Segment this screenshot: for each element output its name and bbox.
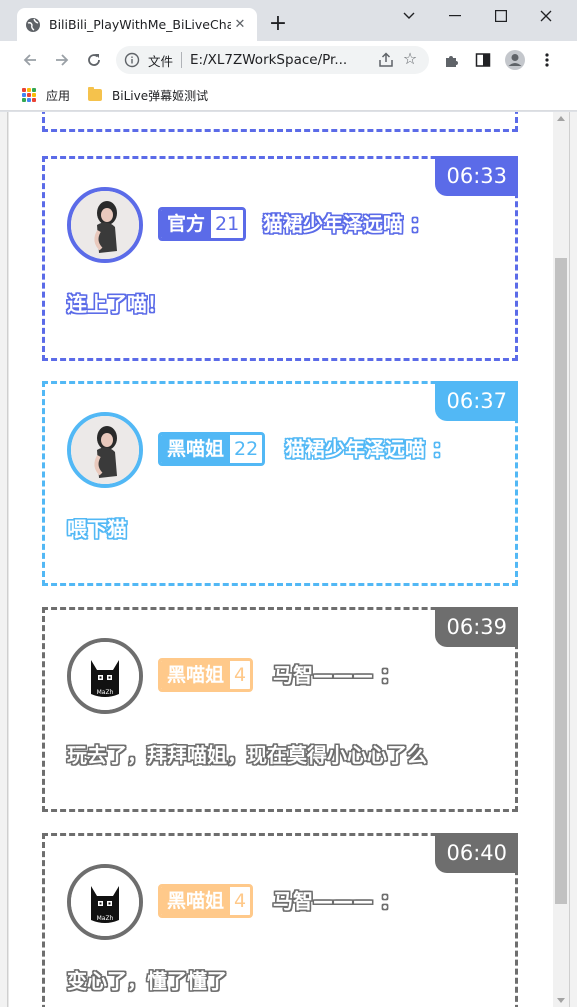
bookmark-apps[interactable]: 应用 xyxy=(22,85,70,105)
avatar: MaZh xyxy=(67,864,143,940)
medal-name: 官方 xyxy=(161,210,212,238)
medal-level: 22 xyxy=(230,435,263,463)
avatar: MaZh xyxy=(67,638,143,714)
bookmark-label: 应用 xyxy=(46,88,71,103)
username: 猫裙少年泽远喵 ： xyxy=(263,212,430,236)
browser-tab[interactable]: BiliBili_PlayWithMe_BiLiveChat ✕ xyxy=(17,8,257,41)
svg-text:MaZh: MaZh xyxy=(97,689,114,696)
svg-text:MaZh: MaZh xyxy=(97,915,114,922)
extensions-puzzle-icon[interactable] xyxy=(440,48,464,72)
info-icon[interactable] xyxy=(124,52,140,68)
medal-name: 黑喵姐 xyxy=(161,887,231,915)
username: 马智——— ： xyxy=(273,889,400,913)
new-tab-button[interactable]: + xyxy=(268,13,288,35)
scroll-down-arrow-icon[interactable] xyxy=(557,998,565,1003)
apps-grid-icon xyxy=(22,88,36,102)
share-icon[interactable] xyxy=(377,51,395,69)
medal-level: 21 xyxy=(211,210,244,238)
fan-medal-badge: 黑喵姐 22 xyxy=(158,432,266,466)
scrollbar-thumb[interactable] xyxy=(555,258,567,904)
fan-medal-badge: 黑喵姐 4 xyxy=(158,884,254,918)
url-text[interactable]: E:/XL7ZWorkSpace/Pr... xyxy=(190,52,350,68)
scroll-up-arrow-icon[interactable] xyxy=(557,116,565,121)
avatar xyxy=(67,412,143,488)
message-text: 连上了喵！ xyxy=(67,292,167,316)
tab-strip: BiliBili_PlayWithMe_BiLiveChat ✕ + xyxy=(0,0,577,41)
username: 马智——— ： xyxy=(273,663,400,687)
tab-title: BiliBili_PlayWithMe_BiLiveChat xyxy=(49,17,231,32)
message-time: 06:40 xyxy=(435,833,518,873)
back-arrow-icon[interactable] xyxy=(18,48,42,72)
bookmark-label: BiLive弹幕姬测试 xyxy=(112,88,209,103)
fan-medal-badge: 黑喵姐 4 xyxy=(158,658,254,692)
medal-level: 4 xyxy=(230,661,251,689)
bookmarks-bar: 应用 BiLive弹幕姬测试 xyxy=(0,79,577,111)
chat-card: 06:37 黑喵姐 22 猫裙少年泽远喵 ： 喂下猫 xyxy=(42,381,518,586)
address-bar[interactable]: 文件 E:/XL7ZWorkSpace/Pr... ☆ xyxy=(116,46,429,74)
file-scheme-label: 文件 xyxy=(148,53,174,69)
folder-icon xyxy=(88,87,102,101)
message-time: 06:33 xyxy=(435,156,518,196)
side-panel-icon[interactable] xyxy=(471,48,495,72)
globe-icon xyxy=(25,17,41,33)
close-window-button[interactable] xyxy=(531,4,561,28)
medal-name: 黑喵姐 xyxy=(161,435,231,463)
username: 猫裙少年泽远喵 ： xyxy=(285,437,452,461)
avatar xyxy=(67,187,143,263)
close-tab-icon[interactable]: ✕ xyxy=(231,16,249,34)
bookmark-folder[interactable]: BiLive弹幕姬测试 xyxy=(88,85,208,105)
minimize-button[interactable] xyxy=(440,4,470,28)
more-menu-icon[interactable] xyxy=(535,48,559,72)
message-time: 06:37 xyxy=(435,381,518,421)
chat-viewport[interactable]: 06:33 官方 21 猫裙少年泽远喵 ： 连上了喵！ 06:37 黑喵姐 22… xyxy=(9,112,553,1007)
window-right-edge xyxy=(569,112,577,1007)
forward-arrow-icon[interactable] xyxy=(50,48,74,72)
message-text: 喂下猫 xyxy=(67,517,127,541)
message-time: 06:39 xyxy=(435,607,518,647)
chat-card-partial xyxy=(42,112,518,132)
maximize-button[interactable] xyxy=(486,4,516,28)
chevron-down-icon[interactable] xyxy=(394,4,424,28)
message-text: 变心了，懂了懂了 xyxy=(67,969,227,993)
reload-icon[interactable] xyxy=(82,48,106,72)
bookmark-star-icon[interactable]: ☆ xyxy=(401,50,419,68)
browser-toolbar: 文件 E:/XL7ZWorkSpace/Pr... ☆ xyxy=(0,41,577,79)
vertical-scrollbar[interactable] xyxy=(553,112,569,1007)
medal-name: 黑喵姐 xyxy=(161,661,231,689)
chat-card: 06:33 官方 21 猫裙少年泽远喵 ： 连上了喵！ xyxy=(42,156,518,361)
omnibox-divider xyxy=(181,52,183,68)
profile-avatar-icon[interactable] xyxy=(503,48,527,72)
medal-level: 4 xyxy=(230,887,251,915)
message-text: 玩去了，拜拜喵姐，现在莫得小心心了么 xyxy=(67,743,427,767)
fan-medal-badge: 官方 21 xyxy=(158,207,247,241)
browser-chrome: BiliBili_PlayWithMe_BiLiveChat ✕ + 文件 E:… xyxy=(0,0,577,112)
window-left-edge xyxy=(0,112,8,1007)
chat-card: 06:40 MaZh 黑喵姐 4 马智——— ： 变心了，懂了懂了 xyxy=(42,833,518,1007)
chat-card: 06:39 MaZh 黑喵姐 4 马智——— ： 玩去了，拜拜喵姐，现在莫得小心… xyxy=(42,607,518,812)
